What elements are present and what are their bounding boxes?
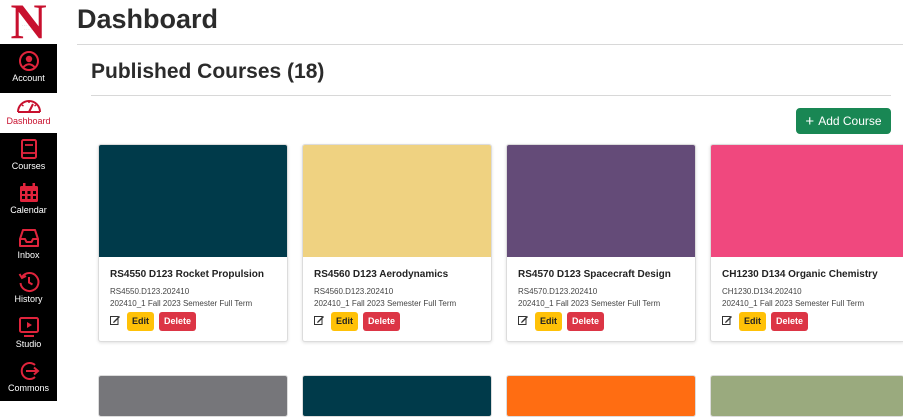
- nav-label-commons: Commons: [7, 383, 49, 393]
- course-code: RS4570.D123.202410: [518, 287, 598, 296]
- course-card-color[interactable]: [711, 376, 903, 416]
- course-code: CH1230.D134.202410: [722, 287, 802, 296]
- course-card-partial[interactable]: [710, 375, 903, 417]
- course-name[interactable]: RS4560 D123 Aerodynamics: [314, 269, 486, 280]
- nav-label-history: History: [14, 294, 43, 304]
- edit-button[interactable]: Edit: [127, 312, 154, 331]
- studio-icon: [18, 317, 39, 337]
- header-divider: [77, 44, 903, 45]
- course-card[interactable]: RS4550 D123 Rocket Propulsion RS4550.D12…: [98, 144, 288, 342]
- edit-button[interactable]: Edit: [331, 312, 358, 331]
- nav-label-account: Account: [12, 73, 45, 83]
- course-code: RS4560.D123.202410: [314, 287, 394, 296]
- add-course-button[interactable]: + Add Course: [796, 108, 891, 134]
- course-card-partial[interactable]: [302, 375, 492, 417]
- course-card-partial[interactable]: [506, 375, 696, 417]
- page-title: Dashboard: [77, 4, 219, 34]
- nav-item-calendar[interactable]: Calendar: [0, 182, 57, 224]
- nav-item-studio[interactable]: Studio: [0, 316, 57, 358]
- course-card-partial[interactable]: [98, 375, 288, 417]
- nav-label-calendar: Calendar: [10, 205, 47, 215]
- course-card[interactable]: RS4560 D123 Aerodynamics RS4560.D123.202…: [302, 144, 492, 342]
- delete-button[interactable]: Delete: [771, 312, 809, 331]
- commons-icon: [20, 362, 40, 380]
- course-term: 202410_1 Fall 2023 Semester Full Term: [722, 299, 865, 308]
- logo-letter: N: [10, 0, 47, 44]
- course-card[interactable]: RS4570 D123 Spacecraft Design RS4570.D12…: [506, 144, 696, 342]
- nav-label-inbox: Inbox: [17, 250, 40, 260]
- course-card-color[interactable]: [303, 145, 491, 257]
- inbox-icon: [18, 229, 39, 247]
- edit-button[interactable]: Edit: [535, 312, 562, 331]
- plus-icon: +: [805, 113, 815, 130]
- calendar-icon: [19, 183, 38, 202]
- pencil-square-icon[interactable]: [110, 315, 120, 325]
- nav-item-history[interactable]: History: [0, 271, 57, 313]
- course-card-color[interactable]: [507, 145, 695, 257]
- delete-button[interactable]: Delete: [363, 312, 401, 331]
- logo-emblem: · · · · · · · · · · · · · ·: [21, 23, 37, 31]
- course-name[interactable]: RS4570 D123 Spacecraft Design: [518, 269, 690, 280]
- nav-item-account[interactable]: Account: [0, 50, 57, 92]
- delete-button[interactable]: Delete: [159, 312, 197, 331]
- university-logo[interactable]: N · · · · · · · · · · · · · ·: [0, 0, 57, 44]
- nav-item-courses[interactable]: Courses: [0, 138, 57, 180]
- global-nav: N · · · · · · · · · · · · · · Account Das…: [0, 0, 57, 401]
- section-divider: [91, 95, 891, 96]
- nav-label-dashboard: Dashboard: [6, 116, 51, 126]
- edit-button[interactable]: Edit: [739, 312, 766, 331]
- section-title: Published Courses (18): [91, 60, 325, 83]
- nav-item-dashboard[interactable]: Dashboard: [0, 93, 57, 133]
- course-card-color[interactable]: [99, 145, 287, 257]
- nav-item-inbox[interactable]: Inbox: [0, 227, 57, 269]
- nav-item-commons[interactable]: Commons: [0, 360, 57, 402]
- course-term: 202410_1 Fall 2023 Semester Full Term: [314, 299, 457, 308]
- course-term: 202410_1 Fall 2023 Semester Full Term: [110, 299, 253, 308]
- account-icon: [18, 51, 39, 71]
- course-card-color[interactable]: [99, 376, 287, 416]
- history-icon: [18, 272, 39, 292]
- course-card-color[interactable]: [711, 145, 903, 257]
- delete-button[interactable]: Delete: [567, 312, 605, 331]
- course-card-color[interactable]: [507, 376, 695, 416]
- dashboard-gauge-icon: [16, 100, 41, 113]
- course-term: 202410_1 Fall 2023 Semester Full Term: [518, 299, 661, 308]
- nav-label-studio: Studio: [15, 339, 42, 349]
- add-course-label: Add Course: [818, 114, 882, 128]
- course-name[interactable]: RS4550 D123 Rocket Propulsion: [110, 269, 282, 280]
- nav-label-courses: Courses: [11, 161, 46, 171]
- course-card[interactable]: CH1230 D134 Organic Chemistry CH1230.D13…: [710, 144, 903, 342]
- book-icon: [20, 139, 37, 159]
- pencil-square-icon[interactable]: [314, 315, 324, 325]
- pencil-square-icon[interactable]: [518, 315, 528, 325]
- course-card-color[interactable]: [303, 376, 491, 416]
- pencil-square-icon[interactable]: [722, 315, 732, 325]
- course-name[interactable]: CH1230 D134 Organic Chemistry: [722, 269, 894, 280]
- course-code: RS4550.D123.202410: [110, 287, 190, 296]
